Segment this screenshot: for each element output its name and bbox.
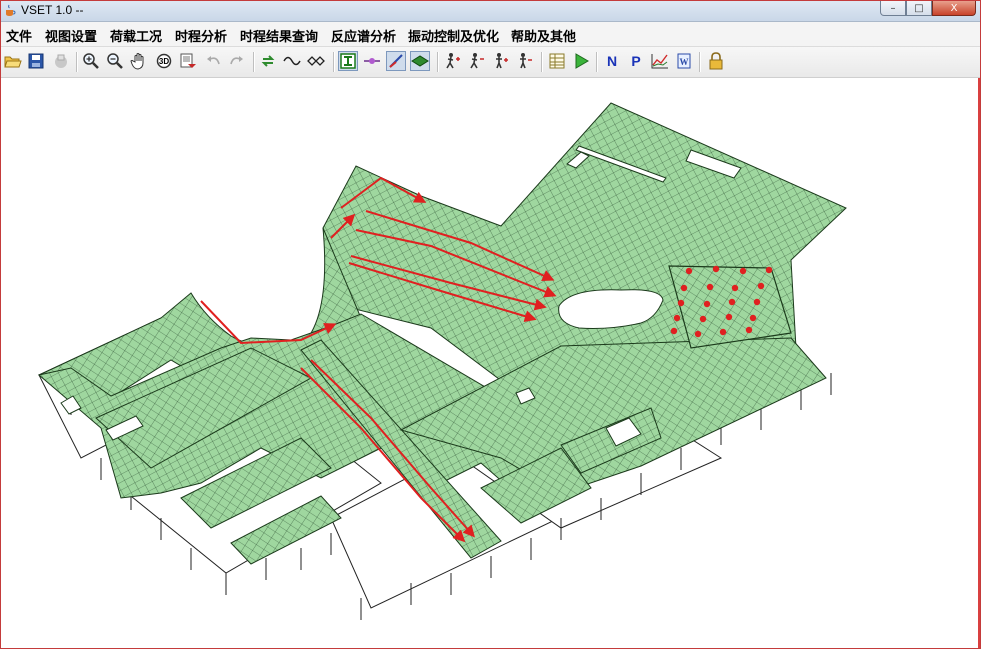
menu-time-history[interactable]: 时程分析 bbox=[175, 26, 227, 45]
svg-text:3D: 3D bbox=[159, 57, 169, 66]
model-viewport[interactable] bbox=[1, 78, 980, 648]
walker-add-icon bbox=[446, 53, 460, 69]
print-icon bbox=[55, 54, 67, 68]
walker-remove-icon bbox=[470, 53, 484, 69]
rotate-3d-icon: 3D bbox=[156, 53, 172, 69]
point-load-marker bbox=[685, 267, 693, 275]
point-load-marker bbox=[739, 267, 747, 275]
beam-icon bbox=[340, 53, 356, 69]
point-load-marker bbox=[757, 282, 765, 290]
maximize-button[interactable]: □ bbox=[906, 1, 932, 16]
window-edge bbox=[978, 78, 980, 648]
n-button[interactable]: N bbox=[602, 51, 622, 71]
link-icon bbox=[307, 56, 325, 66]
point-load-marker bbox=[745, 326, 753, 334]
point-load-marker bbox=[731, 284, 739, 292]
lock-button[interactable] bbox=[706, 51, 726, 71]
chart-icon bbox=[651, 54, 668, 69]
point-load-marker bbox=[680, 284, 688, 292]
walker-remove-button[interactable] bbox=[466, 51, 486, 71]
word-icon: W bbox=[677, 53, 691, 69]
point-load-marker bbox=[728, 298, 736, 306]
point-load-marker bbox=[699, 315, 707, 323]
minimize-button[interactable]: – bbox=[880, 1, 906, 16]
zoom-in-button[interactable] bbox=[81, 51, 101, 71]
menu-bar: 文件 视图设置 荷载工况 时程分析 时程结果查询 反应谱分析 振动控制及优化 帮… bbox=[1, 22, 980, 47]
refresh-icon bbox=[261, 55, 275, 67]
window-title: VSET 1.0 -- bbox=[21, 3, 84, 17]
p-button[interactable]: P bbox=[626, 51, 646, 71]
open-icon bbox=[4, 56, 22, 68]
undo-button[interactable] bbox=[203, 51, 223, 71]
redo-button[interactable] bbox=[227, 51, 247, 71]
svg-text:W: W bbox=[680, 57, 689, 67]
table-button[interactable] bbox=[547, 51, 567, 71]
close-button[interactable]: X bbox=[932, 1, 976, 16]
node-icon bbox=[364, 58, 380, 64]
wave-icon bbox=[283, 56, 301, 66]
point-load-marker bbox=[703, 300, 711, 308]
link-button[interactable] bbox=[306, 51, 326, 71]
title-bar: VSET 1.0 -- – □ X bbox=[1, 1, 980, 22]
table-icon bbox=[549, 53, 565, 69]
walker-add-button[interactable] bbox=[442, 51, 462, 71]
point-load-marker bbox=[749, 314, 757, 322]
point-load-marker bbox=[712, 265, 720, 273]
refresh-button[interactable] bbox=[258, 51, 278, 71]
point-load-marker bbox=[670, 327, 678, 335]
undo-icon bbox=[207, 56, 220, 65]
run-icon bbox=[575, 53, 589, 69]
point-load-marker bbox=[706, 283, 714, 291]
menu-vibration-control[interactable]: 振动控制及优化 bbox=[408, 26, 499, 45]
toolbar: 3D N P W bbox=[1, 47, 980, 78]
shell-element-button[interactable] bbox=[410, 51, 430, 71]
point-load-marker bbox=[753, 298, 761, 306]
menu-load-cases[interactable]: 荷载工况 bbox=[110, 26, 162, 45]
line-element-icon bbox=[389, 54, 403, 68]
save-button[interactable] bbox=[26, 51, 46, 71]
print-button[interactable] bbox=[51, 51, 71, 71]
export-image-button[interactable] bbox=[178, 51, 198, 71]
wave-button[interactable] bbox=[282, 51, 302, 71]
point-load-marker bbox=[673, 314, 681, 322]
menu-time-history-results[interactable]: 时程结果查询 bbox=[240, 26, 318, 45]
pan-hand-icon bbox=[130, 53, 144, 70]
n-button-label: N bbox=[606, 53, 618, 69]
person-add-icon bbox=[496, 53, 508, 69]
menu-response-spectrum[interactable]: 反应谱分析 bbox=[331, 26, 396, 45]
beam-button[interactable] bbox=[338, 51, 358, 71]
java-cup-icon bbox=[6, 4, 16, 16]
pan-button[interactable] bbox=[129, 51, 149, 71]
point-load-marker bbox=[694, 330, 702, 338]
word-export-button[interactable]: W bbox=[674, 51, 694, 71]
person-remove-button[interactable] bbox=[515, 51, 535, 71]
shell-element-icon bbox=[411, 55, 429, 67]
node-button[interactable] bbox=[362, 51, 382, 71]
point-load-marker bbox=[765, 266, 773, 274]
point-load-marker bbox=[719, 328, 727, 336]
redo-icon bbox=[230, 56, 243, 65]
save-icon bbox=[28, 53, 44, 69]
run-button[interactable] bbox=[571, 51, 591, 71]
point-load-marker bbox=[677, 299, 685, 307]
point-load-marker bbox=[725, 313, 733, 321]
menu-file[interactable]: 文件 bbox=[6, 26, 32, 45]
rotate-button[interactable]: 3D bbox=[154, 51, 174, 71]
export-image-icon bbox=[180, 53, 196, 68]
zoom-out-button[interactable] bbox=[105, 51, 125, 71]
structure-model[interactable] bbox=[1, 78, 976, 648]
zoom-in-icon bbox=[83, 53, 99, 69]
open-button[interactable] bbox=[3, 51, 23, 71]
p-button-label: P bbox=[631, 53, 641, 69]
menu-view-settings[interactable]: 视图设置 bbox=[45, 26, 97, 45]
app-window: VSET 1.0 -- – □ X 文件 视图设置 荷载工况 时程分析 时程结果… bbox=[0, 0, 981, 649]
zoom-out-icon bbox=[107, 53, 123, 69]
lock-icon bbox=[709, 52, 723, 70]
chart-button[interactable] bbox=[650, 51, 670, 71]
person-add-button[interactable] bbox=[491, 51, 511, 71]
window-controls: – □ X bbox=[880, 1, 976, 17]
line-element-button[interactable] bbox=[386, 51, 406, 71]
menu-help[interactable]: 帮助及其他 bbox=[511, 26, 576, 45]
person-remove-icon bbox=[520, 53, 532, 69]
